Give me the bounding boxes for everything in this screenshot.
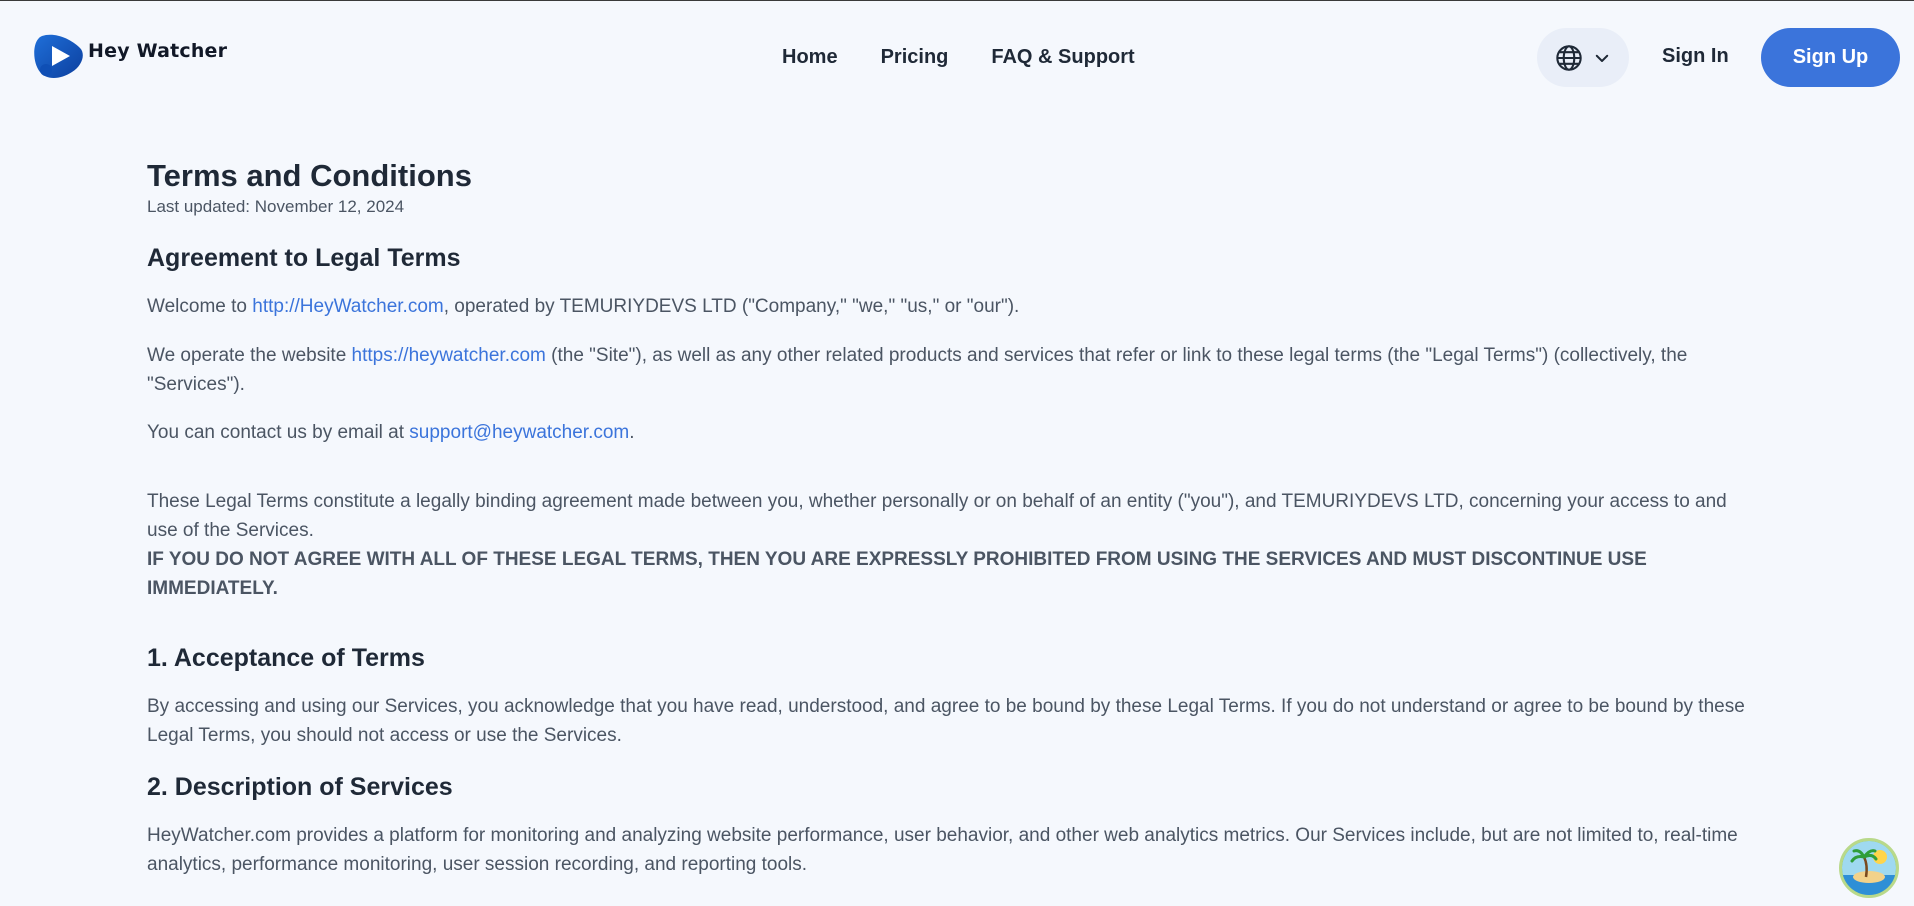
- text: Welcome to: [147, 296, 253, 317]
- globe-icon: [1556, 44, 1582, 71]
- chevron-down-icon: [1595, 54, 1609, 62]
- paragraph-welcome: Welcome to http://HeyWatcher.com, operat…: [147, 292, 1757, 321]
- brand-name: Hey Watcher: [88, 40, 228, 62]
- section-heading-agreement: Agreement to Legal Terms: [147, 244, 461, 272]
- nav-home[interactable]: Home: [782, 46, 838, 69]
- paragraph-contact: You can contact us by email at support@h…: [147, 418, 1757, 447]
- play-logo-icon: [34, 34, 83, 78]
- section-heading-acceptance: 1. Acceptance of Terms: [147, 644, 425, 672]
- island-icon: [1842, 841, 1896, 895]
- paragraph-acceptance: By accessing and using our Services, you…: [147, 696, 1745, 746]
- sign-in-link[interactable]: Sign In: [1662, 45, 1729, 68]
- nav-faq-support[interactable]: FAQ & Support: [991, 46, 1134, 69]
- link-support-email[interactable]: support@heywatcher.com: [409, 422, 629, 443]
- text: , operated by TEMURIYDEVS LTD ("Company,…: [443, 296, 1020, 317]
- section-heading-description: 2. Description of Services: [147, 773, 453, 801]
- text: You can contact us by email at: [147, 422, 410, 443]
- warning-text: IF YOU DO NOT AGREE WITH ALL OF THESE LE…: [147, 549, 1647, 599]
- paragraph-binding-agreement: These Legal Terms constitute a legally b…: [147, 491, 1727, 541]
- sign-up-button[interactable]: Sign Up: [1761, 28, 1900, 87]
- paragraph-description: HeyWatcher.com provides a platform for m…: [147, 825, 1738, 875]
- terms-content: Terms and Conditions Last updated: Novem…: [147, 157, 1757, 879]
- text: .: [629, 422, 635, 443]
- page-title: Terms and Conditions: [147, 158, 472, 193]
- site-header: Hey Watcher Home Pricing FAQ & Support S…: [0, 1, 1914, 113]
- link-heywatcher[interactable]: http://HeyWatcher.com: [252, 296, 443, 317]
- link-site[interactable]: https://heywatcher.com: [352, 345, 546, 366]
- main-nav: Home Pricing FAQ & Support: [782, 46, 1178, 69]
- language-selector[interactable]: [1537, 28, 1629, 87]
- text: We operate the website: [147, 345, 352, 366]
- brand-logo[interactable]: Hey Watcher: [34, 32, 227, 80]
- last-updated: Last updated: November 12, 2024: [147, 197, 405, 216]
- chat-widget-button[interactable]: [1839, 838, 1899, 898]
- nav-pricing[interactable]: Pricing: [881, 46, 949, 69]
- paragraph-website: We operate the website https://heywatche…: [147, 341, 1757, 399]
